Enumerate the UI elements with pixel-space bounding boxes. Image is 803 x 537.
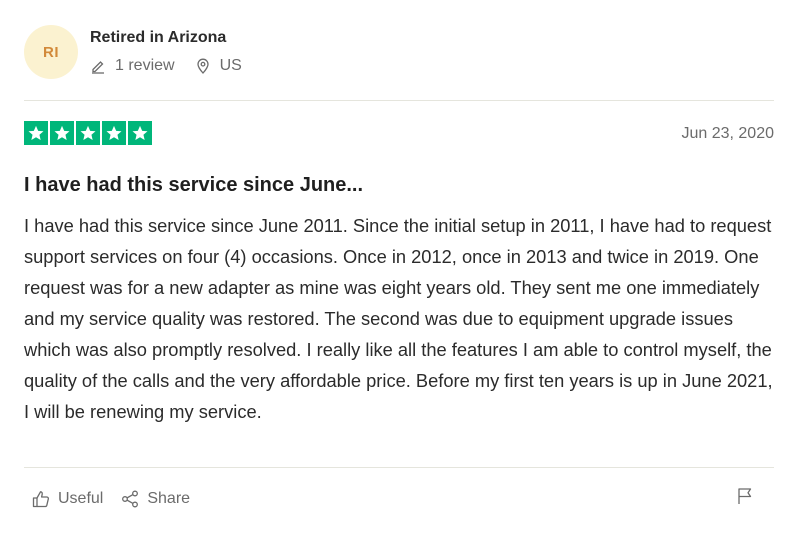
share-button[interactable]: Share (121, 490, 190, 508)
star-rating (24, 121, 154, 145)
reviewer-name[interactable]: Retired in Arizona (90, 29, 226, 47)
pencil-icon (92, 61, 104, 74)
reviewer-meta: 1 review US (90, 57, 242, 75)
star-icon (50, 121, 74, 145)
report-button[interactable] (737, 487, 753, 510)
review-count-label: 1 review (115, 57, 175, 74)
review-actions: Useful Share (32, 490, 190, 508)
useful-button[interactable]: Useful (32, 490, 103, 508)
star-icon (24, 121, 48, 145)
review-title[interactable]: I have had this service since June... (24, 174, 363, 197)
useful-label: Useful (58, 490, 104, 507)
location-pin-icon (196, 58, 209, 74)
share-label: Share (147, 490, 191, 507)
star-icon (76, 121, 100, 145)
review-date: Jun 23, 2020 (681, 125, 774, 142)
review-body: I have had this service since June 2011.… (24, 215, 773, 422)
divider (24, 100, 774, 101)
country-label: US (219, 57, 242, 74)
thumbs-up-icon (32, 491, 50, 508)
star-icon (102, 121, 126, 145)
flag-icon (738, 488, 752, 504)
divider (24, 467, 774, 468)
star-icon (128, 121, 152, 145)
reviewer-country: US (195, 57, 242, 75)
reviewer-header: RI Retired in Arizona 1 review US (24, 25, 779, 81)
share-icon (122, 490, 139, 508)
review-count: 1 review (90, 57, 175, 75)
avatar[interactable]: RI (24, 25, 78, 79)
